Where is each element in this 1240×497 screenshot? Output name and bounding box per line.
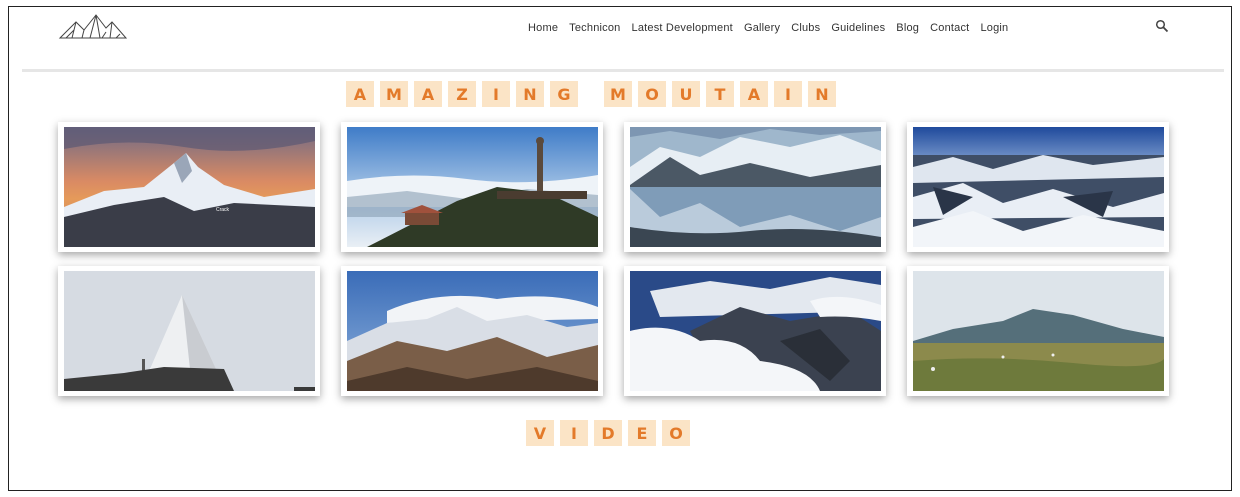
nav-guidelines[interactable]: Guidelines — [831, 22, 885, 34]
nav-latest-development[interactable]: Latest Development — [632, 22, 733, 34]
title-letter: N — [808, 81, 836, 107]
title-letter: T — [706, 81, 734, 107]
himalaya-panorama-image — [347, 271, 598, 391]
title-letter: D — [594, 420, 622, 446]
header-divider — [22, 69, 1224, 72]
title-letter: I — [774, 81, 802, 107]
nav-home[interactable]: Home — [528, 22, 558, 34]
video-section-title: V I D E O — [526, 420, 690, 446]
title-letter: I — [482, 81, 510, 107]
green-meadow-mountain-image — [913, 271, 1164, 391]
title-letter: I — [560, 420, 588, 446]
image-caption: Crack — [216, 207, 230, 213]
alpine-lake-reflection-image — [630, 127, 881, 247]
title-letter: U — [672, 81, 700, 107]
main-nav: Home Technicon Latest Development Galler… — [528, 22, 1019, 34]
gallery-card[interactable] — [907, 266, 1169, 396]
title-letter: M — [604, 81, 632, 107]
gallery-card[interactable] — [624, 266, 886, 396]
title-letter: V — [526, 420, 554, 446]
nav-login[interactable]: Login — [980, 22, 1008, 34]
nav-gallery[interactable]: Gallery — [744, 22, 780, 34]
gallery-card[interactable] — [907, 122, 1169, 252]
gallery-section-title: A M A Z I N G M O U T A I N — [346, 81, 836, 107]
mountain-logo-icon[interactable] — [58, 12, 128, 40]
title-letter: A — [346, 81, 374, 107]
gallery-card[interactable] — [624, 122, 886, 252]
nav-blog[interactable]: Blog — [896, 22, 919, 34]
temple-peak-clouds-image — [347, 127, 598, 247]
title-letter: A — [740, 81, 768, 107]
title-letter: Z — [448, 81, 476, 107]
nav-contact[interactable]: Contact — [930, 22, 969, 34]
title-letter: O — [638, 81, 666, 107]
title-letter: O — [662, 420, 690, 446]
cloud-peaks-aerial-image — [630, 271, 881, 391]
gallery-card[interactable]: Crack — [58, 122, 320, 252]
title-letter: N — [516, 81, 544, 107]
snowy-range-aerial-image — [913, 127, 1164, 247]
title-letter: A — [414, 81, 442, 107]
nav-clubs[interactable]: Clubs — [791, 22, 820, 34]
title-letter: E — [628, 420, 656, 446]
gallery-card[interactable] — [341, 266, 603, 396]
nav-technicon[interactable]: Technicon — [569, 22, 620, 34]
title-letter: M — [380, 81, 408, 107]
search-icon[interactable] — [1155, 19, 1169, 33]
gallery-card[interactable] — [58, 266, 320, 396]
gallery-card[interactable] — [341, 122, 603, 252]
summit-pyramid-marker-image — [64, 271, 315, 391]
title-letter: G — [550, 81, 578, 107]
sunset-snow-peak-image: Crack — [64, 127, 315, 247]
